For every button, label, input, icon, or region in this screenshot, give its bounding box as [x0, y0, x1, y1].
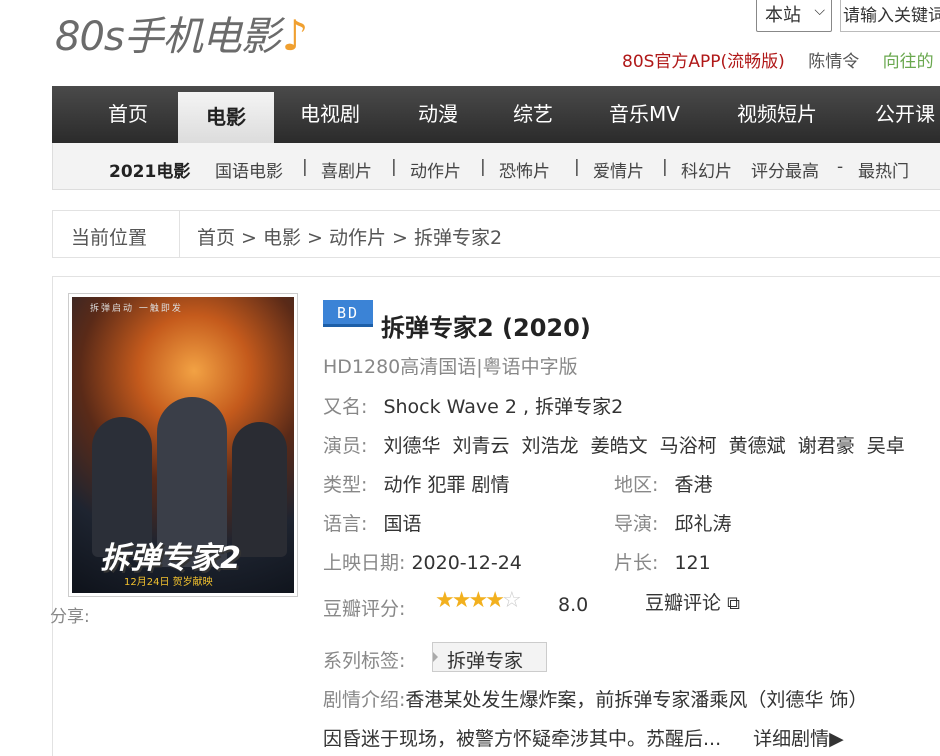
plot-text-line2: 因昏迷于现场，被警方怀疑牵涉其中。苏醒后... [323, 728, 722, 750]
nav-item-anime[interactable]: 动漫 [418, 86, 458, 143]
subnav-romance[interactable]: 爱情片 [593, 157, 644, 182]
chevron-down-icon: ⌵ [814, 3, 825, 19]
cast-row: 演员: 刘德华 刘青云 刘浩龙 姜皓文 马浴柯 黄德斌 谢君豪 吴卓 [323, 431, 905, 458]
nav-item-short-video[interactable]: 视频短片 [737, 86, 817, 143]
region-row: 地区: 香港 [614, 470, 712, 497]
language-row: 语言: 国语 [323, 509, 421, 536]
nav-item-open-course[interactable]: 公开课 [875, 86, 935, 143]
region-value[interactable]: 香港 [674, 474, 712, 496]
runtime-value: 121 [674, 552, 711, 574]
nav-item-variety[interactable]: 综艺 [513, 86, 553, 143]
app-link[interactable]: 80S官方APP(流畅版) [622, 52, 785, 72]
star-icon: ★ [451, 588, 472, 613]
movie-title: 拆弹专家2 (2020) [381, 314, 591, 342]
music-note-icon: ♪ [281, 11, 309, 60]
cast-label: 演员: [323, 435, 368, 457]
poster-image: 拆弹启动 一触即发 拆弹专家2 12月24日 贺岁献映 [72, 297, 294, 593]
director-label: 导演: [614, 513, 659, 535]
director-row: 导演: 邱礼涛 [614, 509, 731, 536]
subnav-separator: | [480, 157, 486, 177]
aka-row: 又名: Shock Wave 2 , 拆弹专家2 [323, 392, 623, 419]
star-icon: ★ [485, 588, 505, 613]
subnav-most-popular[interactable]: 最热门 [858, 157, 909, 182]
series-row: 系列标签: [323, 646, 405, 673]
runtime-row: 片长: 121 [614, 548, 711, 575]
subnav-separator: | [302, 157, 308, 177]
subnav-mandarin[interactable]: 国语电影 [215, 157, 283, 182]
language-label: 语言: [323, 513, 368, 535]
plot-text-line1: 香港某处发生爆炸案，前拆弹专家潘乘风（刘德华 饰） [405, 689, 868, 711]
plot-label: 剧情介绍: [323, 689, 406, 711]
subnav-top-rated[interactable]: 评分最高 [751, 157, 819, 182]
poster-title: 拆弹专家2 [100, 541, 241, 576]
subnav-action[interactable]: 动作片 [410, 157, 461, 182]
release-value: 2020-12-24 [411, 552, 522, 574]
movie-version: HD1280高清国语|粤语中字版 [323, 356, 578, 378]
subnav-separator: | [574, 157, 580, 177]
release-label: 上映日期: [323, 552, 406, 574]
subnav-year[interactable]: 2021电影 [109, 157, 190, 182]
douban-score: 8.0 [558, 594, 589, 616]
main-nav: 首页 电影 电视剧 动漫 综艺 音乐MV 视频短片 公开课 [52, 86, 940, 143]
hot-link-1[interactable]: 陈情令 [808, 52, 859, 72]
region-label: 地区: [614, 474, 659, 496]
share-label: 分享: [50, 607, 90, 627]
logo-text: 80s手机电影 [55, 14, 281, 60]
director-value[interactable]: 邱礼涛 [674, 513, 731, 535]
star-empty-icon: ☆ [501, 588, 522, 613]
series-label: 系列标签: [323, 650, 406, 672]
site-scope-select[interactable]: 本站 ⌵ [756, 0, 832, 32]
site-scope-value: 本站 [765, 5, 801, 26]
subnav-separator: - [837, 157, 844, 177]
movie-poster[interactable]: 拆弹启动 一触即发 拆弹专家2 12月24日 贺岁献映 [68, 293, 298, 597]
cast-value[interactable]: 刘德华 刘青云 刘浩龙 姜皓文 马浴柯 黄德斌 谢君豪 吴卓 [383, 435, 904, 457]
subnav-horror[interactable]: 恐怖片 [499, 157, 550, 182]
hot-link-2[interactable]: 向往的 [883, 52, 934, 72]
poster-date: 12月24日 贺岁献映 [124, 577, 213, 588]
series-tag[interactable]: 拆弹专家 [432, 642, 547, 672]
search-input[interactable]: 请输入关键词 [840, 0, 940, 32]
poster-tagline: 拆弹启动 一触即发 [90, 304, 183, 314]
aka-value: Shock Wave 2 , 拆弹专家2 [383, 396, 624, 418]
top-links: 80S官方APP(流畅版) 陈情令 向往的 [622, 47, 934, 72]
more-plot-link[interactable]: 详细剧情▶ [753, 728, 844, 750]
douban-row: 豆瓣评分: [323, 594, 405, 621]
quality-badge: BD [323, 300, 373, 327]
nav-item-movies[interactable]: 电影 [178, 92, 274, 143]
breadcrumb: 当前位置 首页 > 电影 > 动作片 > 拆弹专家2 [52, 210, 940, 258]
nav-item-tv[interactable]: 电视剧 [300, 86, 360, 143]
star-icon: ★ [435, 588, 455, 613]
genre-value[interactable]: 动作 犯罪 剧情 [383, 474, 509, 496]
douban-label: 豆瓣评分: [323, 598, 406, 620]
rating-stars: ★★★★☆ [435, 588, 522, 613]
breadcrumb-path[interactable]: 首页 > 电影 > 动作片 > 拆弹专家2 [197, 223, 502, 250]
aka-label: 又名: [323, 396, 368, 418]
nav-item-home[interactable]: 首页 [108, 86, 148, 143]
genre-row: 类型: 动作 犯罪 剧情 [323, 470, 510, 497]
douban-review-link[interactable]: 豆瓣评论 ⧉ [645, 588, 740, 615]
subnav-scifi[interactable]: 科幻片 [681, 157, 732, 182]
nav-item-mv[interactable]: 音乐MV [609, 86, 680, 143]
plot-row-2: 因昏迷于现场，被警方怀疑牵涉其中。苏醒后... 详细剧情▶ [323, 724, 844, 751]
language-value[interactable]: 国语 [383, 513, 421, 535]
breadcrumb-label: 当前位置 [53, 211, 180, 257]
external-link-icon: ⧉ [727, 593, 740, 614]
runtime-label: 片长: [614, 552, 659, 574]
subnav-separator: | [662, 157, 668, 177]
release-row: 上映日期: 2020-12-24 [323, 548, 522, 575]
star-icon: ★ [468, 588, 488, 613]
sub-nav: 2021电影 国语电影 | 喜剧片 | 动作片 | 恐怖片 | 爱情片 | 科幻… [52, 143, 940, 190]
douban-review-label: 豆瓣评论 [645, 592, 722, 614]
site-logo[interactable]: 80s手机电影♪ [55, 4, 309, 62]
subnav-comedy[interactable]: 喜剧片 [321, 157, 372, 182]
subnav-separator: | [391, 157, 397, 177]
plot-row: 剧情介绍:香港某处发生爆炸案，前拆弹专家潘乘风（刘德华 饰） [323, 685, 867, 712]
genre-label: 类型: [323, 474, 368, 496]
